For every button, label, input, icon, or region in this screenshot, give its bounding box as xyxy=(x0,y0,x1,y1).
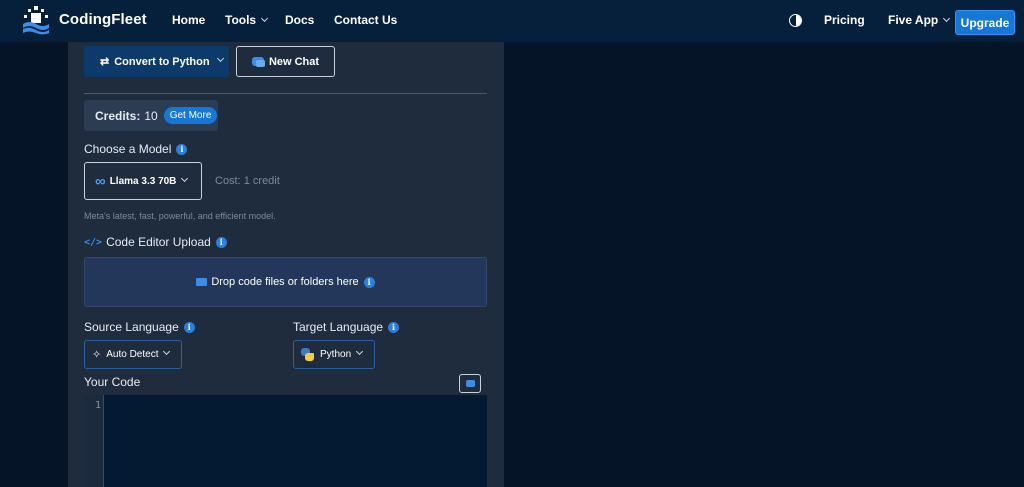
theme-toggle-icon[interactable] xyxy=(789,14,802,27)
nav-contact-link[interactable]: Contact Us xyxy=(334,13,397,27)
file-dropzone[interactable]: Drop code files or folders here i xyxy=(84,257,487,307)
top-navbar: CodingFleet Home Tools Docs Contact Us P… xyxy=(0,0,1024,42)
chevron-down-icon xyxy=(356,347,364,356)
credits-label: Credits: xyxy=(95,108,141,123)
nav-five-app-link[interactable]: Five App xyxy=(888,13,951,27)
chevron-down-icon xyxy=(216,54,224,63)
convert-label: Convert to Python xyxy=(114,55,210,68)
nav-tools-label: Tools xyxy=(225,13,257,27)
swap-arrows-icon: ⇄ xyxy=(100,56,110,68)
source-language-label: Source Language xyxy=(84,320,179,334)
model-select[interactable]: ∞ Llama 3.3 70B xyxy=(84,162,202,200)
target-language-selected: Python xyxy=(320,349,352,360)
upgrade-button[interactable]: Upgrade xyxy=(955,10,1015,35)
divider xyxy=(84,93,487,94)
line-number: 1 xyxy=(95,400,102,411)
nav-tools-link[interactable]: Tools xyxy=(225,13,269,27)
new-chat-label: New Chat xyxy=(268,55,320,68)
upload-label: Code Editor Upload xyxy=(106,235,211,249)
source-language-select[interactable]: ✧ Auto Detect xyxy=(84,340,182,369)
fleet-logo-icon[interactable] xyxy=(22,5,50,35)
new-chat-button[interactable]: New Chat xyxy=(236,46,335,77)
credits-value: 10 xyxy=(144,108,158,123)
nav-pricing-link[interactable]: Pricing xyxy=(824,13,865,27)
chevron-down-icon xyxy=(261,14,269,23)
chevron-down-icon xyxy=(943,14,951,23)
info-icon[interactable]: i xyxy=(215,236,227,248)
credits-box: Credits: 10 Get More xyxy=(84,100,218,131)
meta-logo-icon: ∞ xyxy=(95,172,106,190)
dropzone-text: Drop code files or folders here xyxy=(211,276,359,288)
magic-wand-icon: ✧ xyxy=(92,349,102,361)
info-icon[interactable]: i xyxy=(176,143,188,155)
model-label-row: Choose a Model i xyxy=(84,142,188,156)
upload-label-row: </> Code Editor Upload i xyxy=(84,235,227,249)
nav-home-link[interactable]: Home xyxy=(172,13,205,27)
source-language-selected: Auto Detect xyxy=(106,349,159,360)
code-icon: </> xyxy=(84,236,103,248)
convert-to-python-button[interactable]: ⇄ Convert to Python xyxy=(84,46,229,77)
clear-editor-button[interactable] xyxy=(459,374,481,393)
chevron-down-icon xyxy=(181,174,189,182)
model-description: Meta's latest, fast, powerful, and effic… xyxy=(84,211,276,221)
python-logo-icon xyxy=(301,348,314,361)
model-cost: Cost: 1 credit xyxy=(215,175,280,187)
code-editor[interactable]: 1 xyxy=(84,395,487,487)
line-number-gutter: 1 xyxy=(84,395,104,487)
source-language-label-row: Source Language i xyxy=(84,320,195,334)
chevron-down-icon xyxy=(163,347,171,356)
model-label: Choose a Model xyxy=(84,142,172,156)
info-icon[interactable]: i xyxy=(183,321,195,333)
your-code-label-row: Your Code xyxy=(84,375,140,389)
info-icon[interactable]: i xyxy=(388,321,400,333)
nav-five-app-label: Five App xyxy=(888,13,939,27)
nav-docs-link[interactable]: Docs xyxy=(285,13,314,27)
target-language-select[interactable]: Python xyxy=(293,340,375,369)
folder-icon xyxy=(196,278,208,286)
target-language-label: Target Language xyxy=(293,320,384,334)
model-selected: Llama 3.3 70B xyxy=(109,175,177,187)
eraser-icon xyxy=(465,380,475,387)
target-language-label-row: Target Language i xyxy=(293,320,400,334)
brand-name[interactable]: CodingFleet xyxy=(59,11,147,28)
your-code-label: Your Code xyxy=(84,375,141,389)
chat-bubbles-icon xyxy=(251,57,265,67)
info-icon[interactable]: i xyxy=(363,276,375,288)
get-more-button[interactable]: Get More xyxy=(163,107,218,124)
